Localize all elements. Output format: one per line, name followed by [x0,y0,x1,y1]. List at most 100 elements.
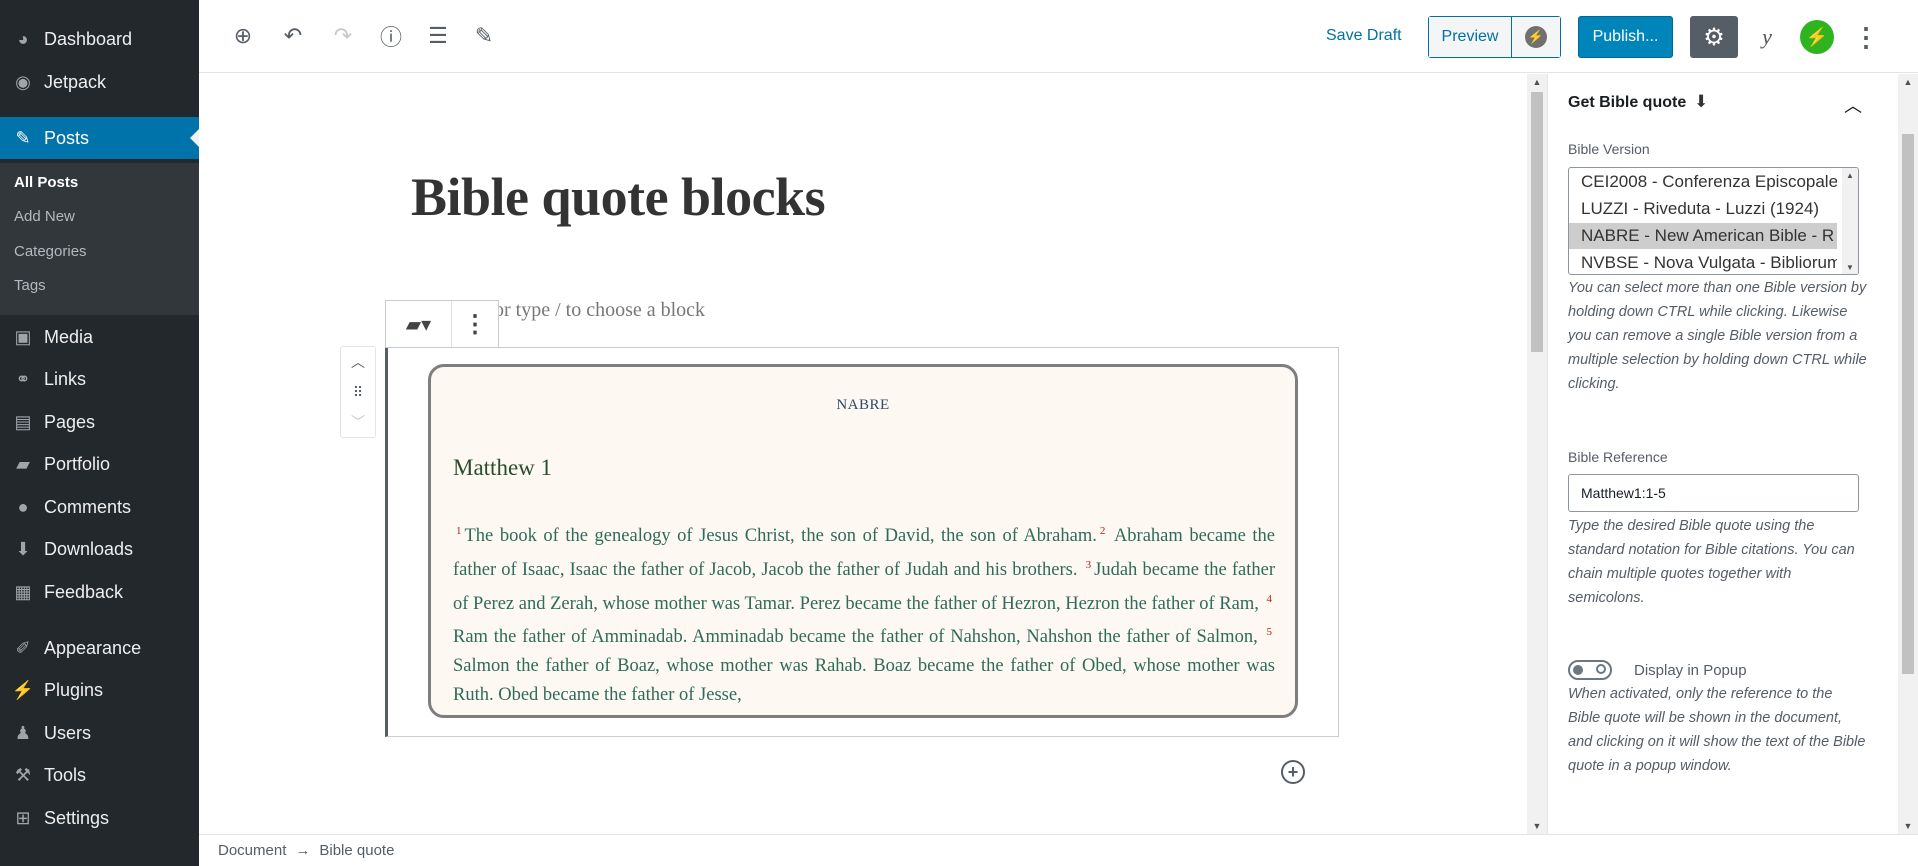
menu-label: Feedback [44,581,124,602]
preview-button[interactable]: Preview [1429,17,1512,57]
bible-version-select[interactable]: CEI2008 - Conferenza Episcopale LUZZI - … [1568,167,1859,275]
scroll-thumb[interactable] [1531,92,1543,352]
scroll-up-icon[interactable]: ▲ [1527,74,1547,90]
plugin-icon: ⚡ [11,679,35,700]
drag-handle-icon[interactable]: ⠿ [341,377,375,407]
version-option-selected[interactable]: NABRE - New American Bible - R [1569,223,1837,249]
verse-number: 1 [456,525,462,537]
move-down-icon[interactable]: ﹀ [341,407,375,437]
feedback-icon: ▦ [14,581,32,602]
scroll-thumb[interactable] [1902,134,1914,674]
version-option[interactable]: LUZZI - Riveduta - Luzzi (1924) [1569,196,1837,222]
submenu-all-posts[interactable]: All Posts [14,174,78,191]
menu-label: Settings [44,807,110,828]
menu-item-tools[interactable]: ⚒ Tools [0,754,199,796]
quote-text: 1 The book of the genealogy of Jesus Chri… [453,517,1275,709]
menu-item-comments[interactable]: ● Comments [0,486,199,528]
lightning-icon: ⚡ [1525,26,1547,48]
reference-help-text: Type the desired Bible quote using the s… [1568,518,1855,606]
breadcrumb-bible-quote[interactable]: Bible quote [319,842,394,859]
menu-item-posts[interactable]: ✎ Posts [0,117,199,159]
menu-item-settings[interactable]: ⊞ Settings [0,797,199,839]
menu-item-dashboard[interactable]: ◕ Dashboard [0,18,199,60]
book-icon: ▰▾ [405,313,432,336]
scroll-down-icon[interactable]: ▼ [1898,818,1918,834]
wrench-icon: ⚒ [14,764,32,785]
move-up-icon[interactable]: ︿ [341,347,375,377]
collapse-chevron-icon[interactable]: ︿ [1838,90,1868,120]
menu-label: Portfolio [44,453,111,474]
info-icon[interactable]: ⓘ [375,20,407,52]
verse-number: 5 [1266,626,1273,639]
submenu-add-new[interactable]: Add New [14,208,75,225]
menu-item-downloads[interactable]: ⬇ Downloads [0,528,199,570]
publish-button[interactable]: Publish... [1578,16,1673,58]
block-appender-hint[interactable]: g or type / to choose a block [479,299,705,322]
display-popup-label: Display in Popup [1634,662,1747,679]
menu-item-users[interactable]: ♟ Users [0,712,199,754]
editor-top-toolbar: ⊕ ↶ ↷ ⓘ ☰ ✎ Save Draft Preview ⚡ Publish… [199,0,1918,73]
scroll-down-icon[interactable]: ▼ [1842,260,1858,274]
version-help-text: You can select more than one Bible versi… [1568,280,1867,392]
menu-label: Links [44,368,87,389]
panel-title[interactable]: Get Bible quote [1568,94,1686,112]
menu-item-links[interactable]: ⚭ Links [0,358,199,400]
menu-label: Posts [44,127,90,148]
scroll-up-icon[interactable]: ▲ [1842,168,1858,182]
scroll-down-icon[interactable]: ▼ [1527,818,1547,834]
version-option[interactable]: CEI2008 - Conferenza Episcopale [1569,169,1837,195]
verse-text: Ram the father of Amminadab. Amminadab b… [453,627,1258,648]
version-option[interactable]: NVBSE - Nova Vulgata - Bibliorum [1569,250,1837,274]
menu-label: Appearance [44,637,142,658]
breadcrumb-separator: → [295,842,311,859]
amp-preview-button[interactable]: ⚡ [1512,17,1560,57]
verse-text: The book of the genealogy of Jesus Chris… [464,526,1097,547]
pencil-icon[interactable]: ✎ [468,20,500,52]
block-more-options-icon[interactable]: ⋮ [452,301,498,347]
add-block-icon[interactable]: ⊕ [227,20,259,52]
gear-icon: ⚙ [1703,23,1725,51]
post-title[interactable]: Bible quote blocks [411,166,826,228]
display-popup-toggle[interactable] [1568,660,1612,680]
select-scrollbar[interactable]: ▲ ▼ [1842,168,1858,274]
bible-reference-input[interactable] [1568,474,1859,512]
menu-label: Dashboard [44,28,133,49]
block-type-switcher[interactable]: ▰▾ [386,301,452,347]
menu-item-jetpack[interactable]: ◉ Jetpack [0,61,199,103]
block-navigation-icon[interactable]: ☰ [422,20,454,52]
menu-item-plugins[interactable]: ⚡ Plugins [0,669,199,711]
yoast-seo-button[interactable]: y [1750,20,1784,54]
bible-version-label: Bible Version [1568,141,1650,157]
add-block-plus-icon[interactable]: + [1281,760,1305,784]
more-options-icon[interactable]: ⋮ [1851,20,1881,54]
download-icon: ⬇ [15,538,31,559]
save-draft-button[interactable]: Save Draft [1326,27,1402,45]
menu-item-feedback[interactable]: ▦ Feedback [0,571,199,613]
jetpack-icon: ◉ [15,71,31,92]
submenu-tags[interactable]: Tags [14,277,46,294]
settings-gear-button[interactable]: ⚙ [1690,16,1738,58]
menu-item-media[interactable]: ▣ Media [0,316,199,358]
admin-sidebar: ◕ Dashboard ◉ Jetpack ✎ Posts All Posts Add… [0,0,199,866]
submenu-categories[interactable]: Categories [14,243,87,260]
jetpack-bolt-icon: ⚡ [1805,26,1829,47]
appearance-icon: ✐ [15,637,31,658]
editor-scrollbar[interactable]: ▲ ▼ [1527,74,1547,834]
preview-group: Preview ⚡ [1428,16,1561,58]
block-settings-panel: Get Bible quote ⬇ ︿ Bible Version CEI200… [1547,74,1898,834]
menu-item-appearance[interactable]: ✐ Appearance [0,627,199,669]
portfolio-icon: ▰ [16,453,30,474]
undo-icon[interactable]: ↶ [277,20,309,52]
verse-number: 3 [1085,558,1092,571]
scroll-up-icon[interactable]: ▲ [1898,74,1918,90]
menu-item-pages[interactable]: ▤ Pages [0,401,199,443]
menu-item-portfolio[interactable]: ▰ Portfolio [0,443,199,485]
settings-scrollbar[interactable]: ▲ ▼ [1898,74,1918,834]
jetpack-button[interactable]: ⚡ [1800,20,1834,54]
pin-icon: ✎ [15,127,31,148]
redo-icon[interactable]: ↷ [327,20,359,52]
menu-label: Users [44,722,92,743]
menu-label: Jetpack [44,71,107,92]
breadcrumb-document[interactable]: Document [218,842,286,859]
menu-label: Comments [44,496,132,517]
